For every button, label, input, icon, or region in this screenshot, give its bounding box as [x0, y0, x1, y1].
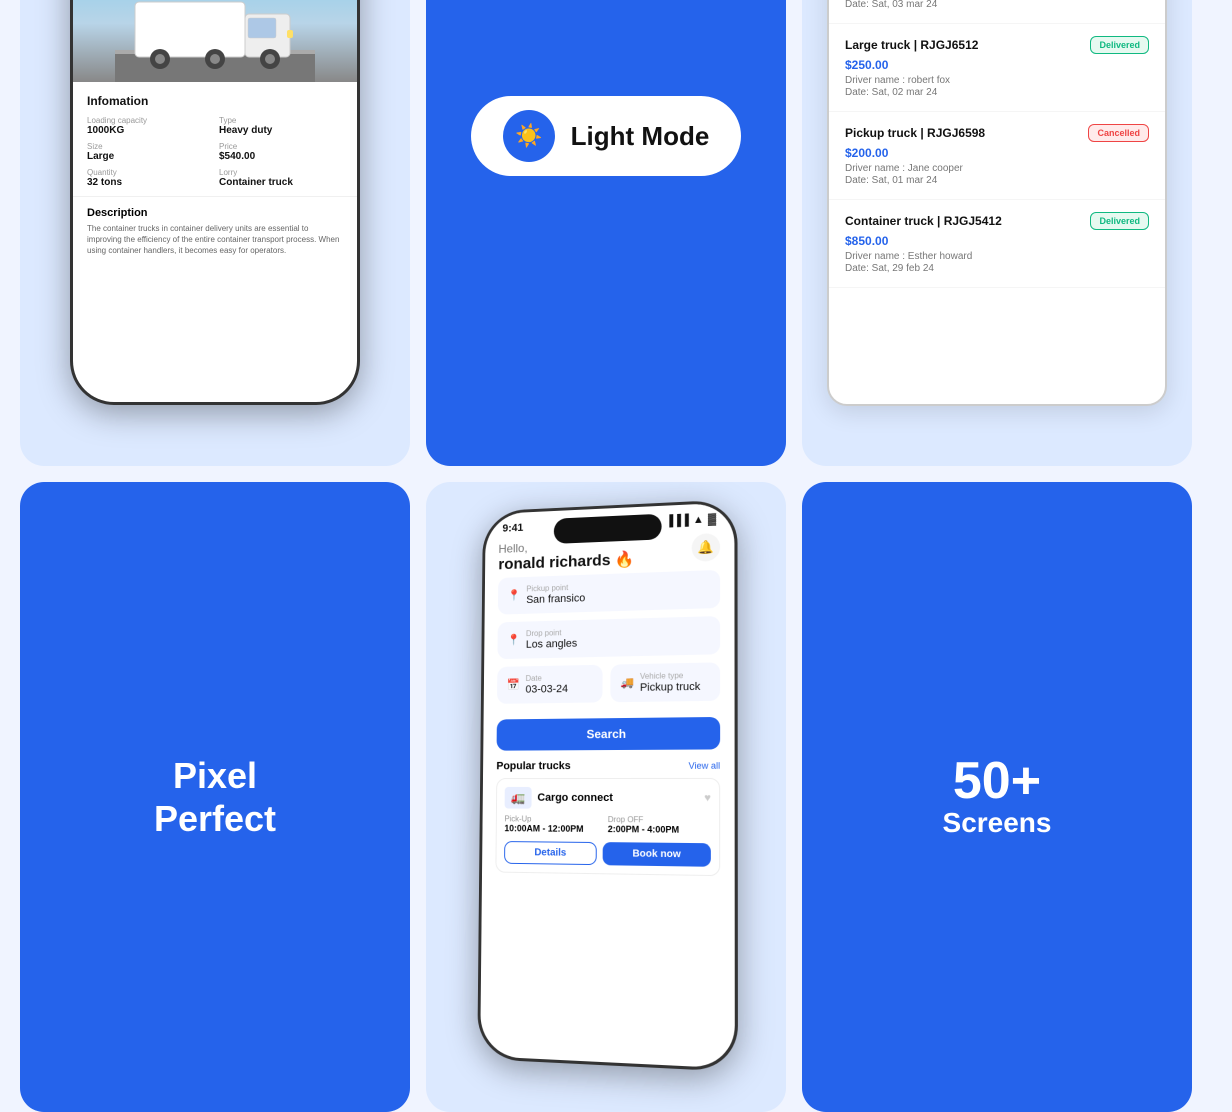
pickup-time-label: Pick-Up — [504, 814, 603, 824]
card-buttons: Details Book now — [504, 841, 711, 867]
pixel-text: Pixel Perfect — [154, 754, 276, 840]
lightmode-label: Light Mode — [571, 121, 710, 152]
search-phone-card: 9:41 ▐▐▐ ▲ ▓ Hello, ronald richards 🔥 🔔 — [426, 482, 786, 1112]
badge-delivered-4: Delivered — [1090, 212, 1149, 230]
truck-card-name: 🚛 Cargo connect — [505, 787, 613, 809]
pixel-perfect-card: Pixel Perfect — [20, 482, 410, 1112]
info-item-type: Type Heavy duty — [219, 116, 343, 136]
info-item-loading: Loading capacity 1000KG — [87, 116, 211, 136]
main-grid: Organized Layer & Group 9:41 ▐▐▐ wifi ▓ — [20, 0, 1212, 1112]
info-item-price: Price $540.00 — [219, 142, 343, 162]
screens-card: 50+ Screens — [802, 482, 1192, 1112]
history-card: 9:41 ▐▐▐ ▲ ▓ History Small truck | RJGJ6… — [802, 0, 1192, 466]
notification-icon[interactable]: 🔔 — [692, 533, 720, 562]
organized-card: Organized Layer & Group 9:41 ▐▐▐ wifi ▓ — [20, 0, 410, 466]
info-title: Infomation — [87, 94, 343, 108]
screens-label: Screens — [943, 807, 1052, 839]
badge-delivered-2: Delivered — [1090, 36, 1149, 54]
dropoff-label: Drop point — [526, 628, 577, 638]
signal-icon-2: ▐▐▐ — [665, 514, 688, 527]
lightmode-card: ☀️ Light Mode — [426, 0, 786, 466]
pickup-location-icon: 📍 — [507, 589, 520, 602]
pickup-field[interactable]: 📍 Pickup point San fransico — [498, 570, 720, 615]
truck-image — [73, 0, 357, 82]
badge-cancelled-3: Cancelled — [1088, 124, 1149, 142]
double-inputs: 📅 Date 03-03-24 🚚 Vehicle type Pickup tr… — [497, 662, 720, 704]
history-item-2: Large truck | RJGJ6512 Delivered $250.00… — [829, 24, 1165, 112]
dropoff-field[interactable]: 📍 Drop point Los angles — [497, 616, 720, 659]
pixel-line2: Perfect — [154, 798, 276, 839]
dropoff-value: Los angles — [526, 638, 577, 651]
book-now-button[interactable]: Book now — [603, 842, 711, 867]
view-all-link[interactable]: View all — [689, 760, 721, 770]
popular-header: Popular trucks View all — [483, 759, 735, 778]
wifi-icon-2: ▲ — [693, 514, 704, 526]
history-item-3: Pickup truck | RJGJ6598 Cancelled $200.0… — [829, 112, 1165, 200]
history-phone-mockup: 9:41 ▐▐▐ ▲ ▓ History Small truck | RJGJ6… — [827, 0, 1167, 406]
pickup-time-value: 10:00AM - 12:00PM — [504, 823, 603, 834]
history-row1-4: Container truck | RJGJ5412 Delivered — [845, 212, 1149, 230]
truck-card-header: 🚛 Cargo connect ♥ — [505, 787, 711, 810]
phone-mockup-2: 9:41 ▐▐▐ ▲ ▓ Hello, ronald richards 🔥 🔔 — [477, 499, 738, 1072]
battery-icon-2: ▓ — [708, 513, 716, 525]
status-icons-2: ▐▐▐ ▲ ▓ — [665, 513, 716, 527]
truck-mini-icon: 🚛 — [505, 787, 532, 809]
phone-notch-2 — [554, 514, 662, 544]
info-item-lorry: Lorry Container truck — [219, 168, 343, 188]
dropoff-time-value: 2:00PM - 4:00PM — [608, 824, 711, 835]
history-item-4: Container truck | RJGJ5412 Delivered $85… — [829, 200, 1165, 288]
vehicle-label: Vehicle type — [640, 671, 700, 681]
info-section: Infomation Loading capacity 1000KG Type … — [73, 82, 357, 196]
greeting-name: ronald richards 🔥 — [498, 550, 634, 576]
desc-section: Description The container trucks in cont… — [73, 196, 357, 267]
dropoff-location-icon: 📍 — [507, 634, 520, 647]
info-item-qty: Quantity 32 tons — [87, 168, 211, 188]
phone1-screen: 9:41 ▐▐▐ wifi ▓ — [73, 0, 357, 402]
history-row1-3: Pickup truck | RJGJ6598 Cancelled — [845, 124, 1149, 142]
pixel-line1: Pixel — [173, 755, 257, 796]
lightmode-pill: ☀️ Light Mode — [471, 96, 742, 176]
details-button[interactable]: Details — [504, 841, 597, 865]
desc-title: Description — [87, 207, 343, 219]
heart-icon[interactable]: ♥ — [704, 792, 711, 804]
truck-card-1: 🚛 Cargo connect ♥ Pick-Up 10:00AM - 12:0… — [495, 778, 720, 876]
history-row1-2: Large truck | RJGJ6512 Delivered — [845, 36, 1149, 54]
dropoff-time-col: Drop OFF 2:00PM - 4:00PM — [608, 815, 711, 835]
sun-icon: ☀️ — [503, 110, 555, 162]
info-item-size: Size Large — [87, 142, 211, 162]
screens-text: 50+ Screens — [943, 755, 1052, 839]
pickup-time-col: Pick-Up 10:00AM - 12:00PM — [504, 814, 603, 834]
popular-title: Popular trucks — [496, 760, 570, 772]
date-field[interactable]: 📅 Date 03-03-24 — [497, 665, 603, 704]
pickup-value: San fransico — [526, 592, 585, 606]
desc-text: The container trucks in container delive… — [87, 223, 343, 257]
time-2: 9:41 — [502, 522, 523, 534]
date-label: Date — [526, 673, 569, 683]
vehicle-value: Pickup truck — [640, 681, 700, 694]
dropoff-time-label: Drop OFF — [608, 815, 711, 825]
time-row: Pick-Up 10:00AM - 12:00PM Drop OFF 2:00P… — [504, 814, 711, 835]
phone-mockup-1: 9:41 ▐▐▐ wifi ▓ — [70, 0, 360, 405]
calendar-icon: 📅 — [507, 678, 520, 691]
phone2-screen: 9:41 ▐▐▐ ▲ ▓ Hello, ronald richards 🔥 🔔 — [480, 502, 735, 1068]
truck-icon: 🚚 — [620, 676, 634, 689]
screens-number: 50+ — [943, 755, 1052, 807]
history-item-1: Small truck | RJGJ6598 In Transit $450.0… — [829, 0, 1165, 24]
search-button[interactable]: Search — [497, 717, 721, 751]
search-form: 📍 Pickup point San fransico 📍 Drop point… — [483, 569, 734, 760]
date-value: 03-03-24 — [525, 683, 568, 695]
vehicle-field[interactable]: 🚚 Vehicle type Pickup truck — [610, 662, 720, 702]
info-grid: Loading capacity 1000KG Type Heavy duty … — [87, 116, 343, 188]
